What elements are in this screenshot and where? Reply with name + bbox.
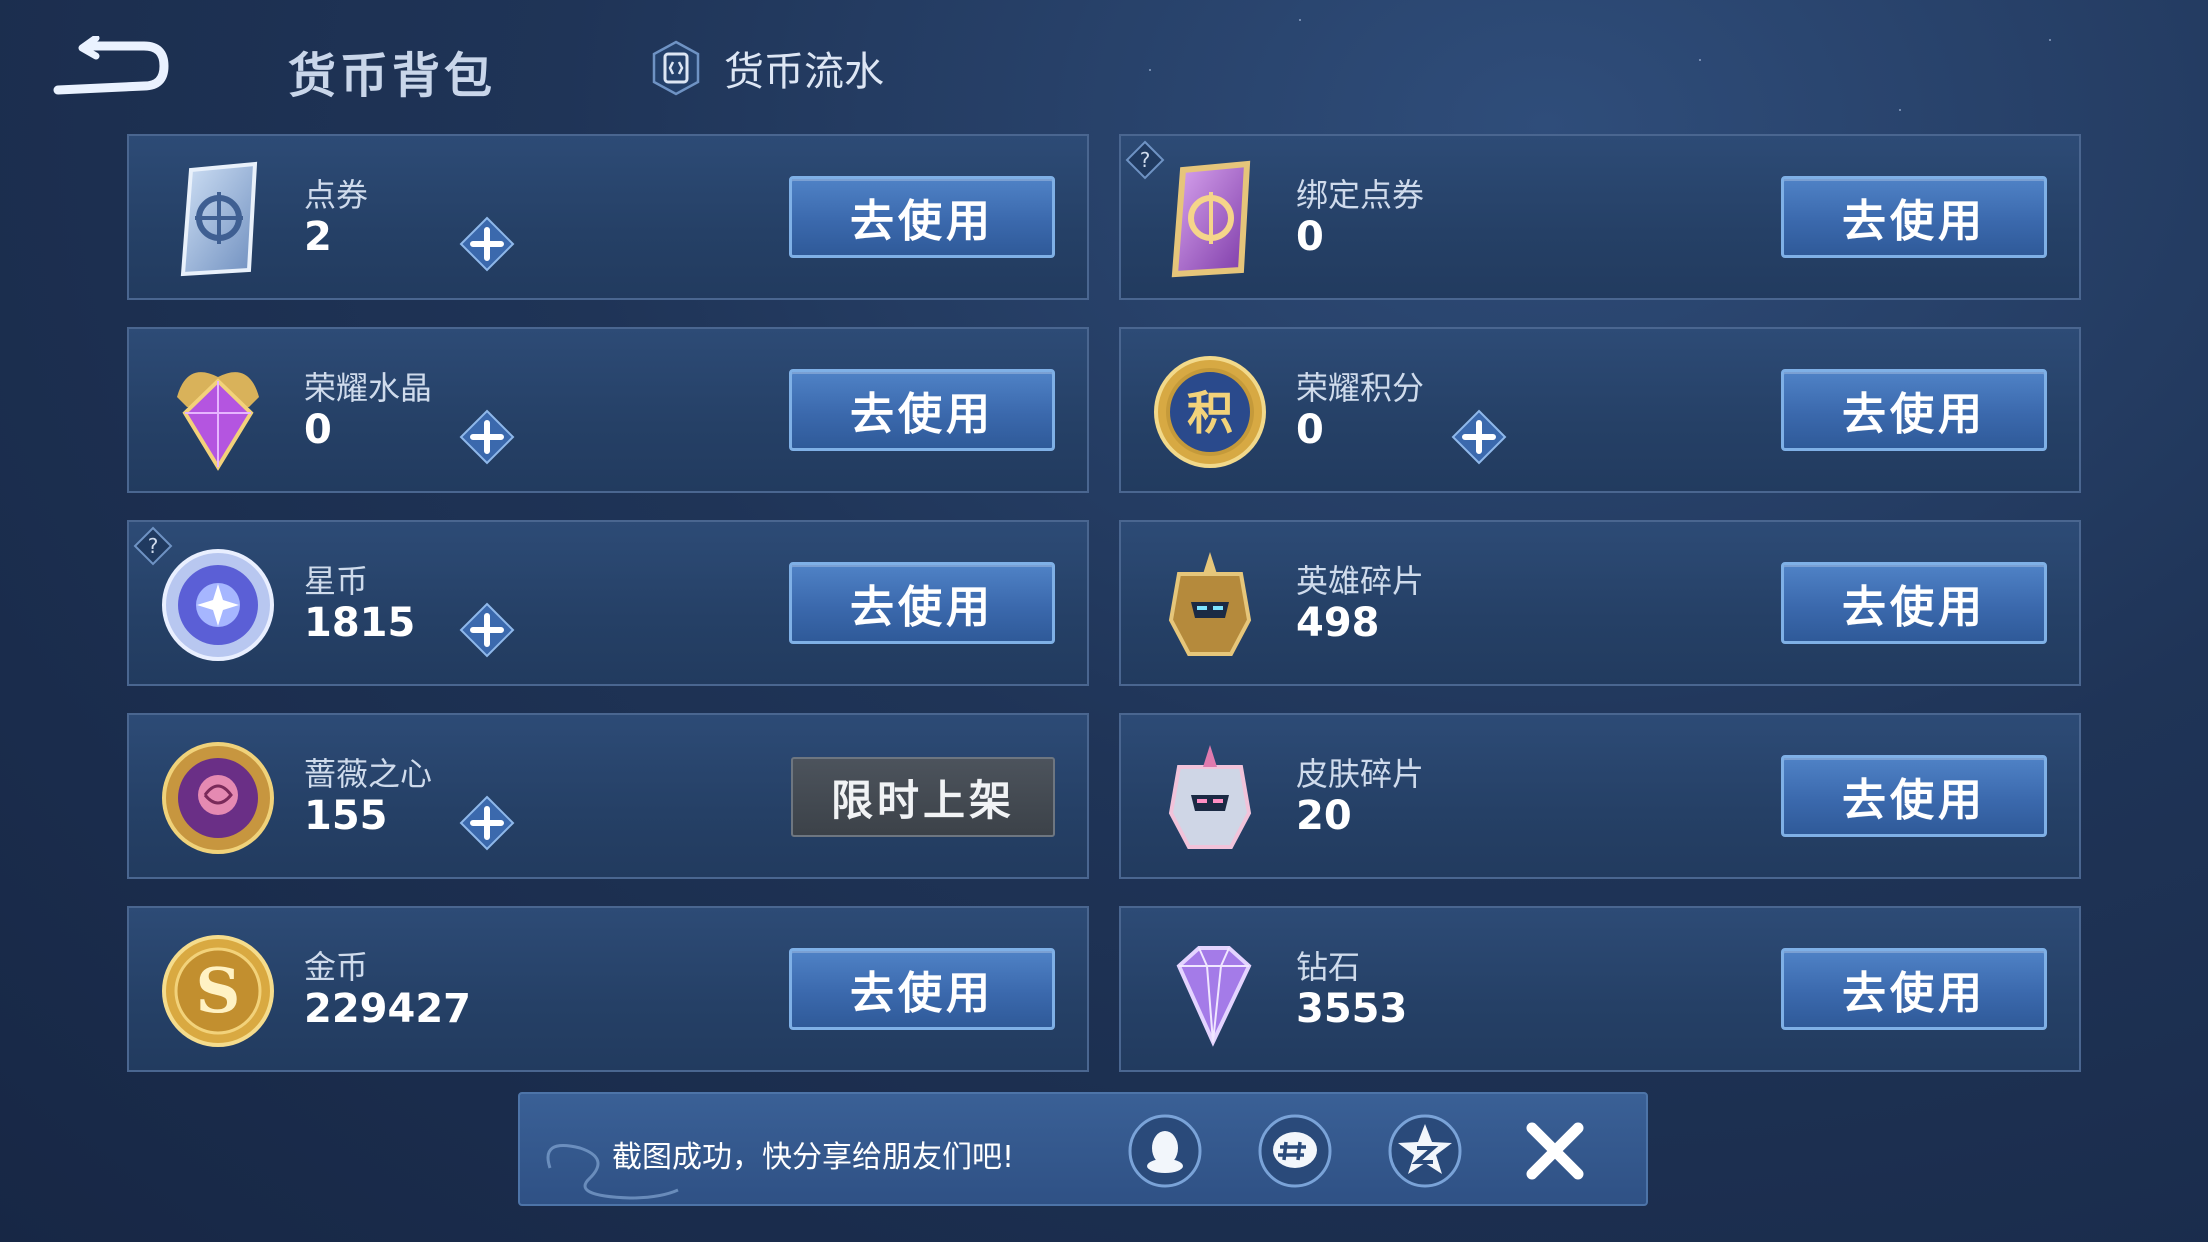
use-button[interactable]: 去使用 xyxy=(1781,369,2047,451)
hero-shard-icon xyxy=(1168,552,1252,656)
use-button[interactable]: 去使用 xyxy=(789,369,1055,451)
currency-amount: 3553 xyxy=(1296,986,1408,1032)
currency-amount: 0 xyxy=(1296,407,1324,453)
currency-name: 钻石 xyxy=(1296,948,1361,986)
currency-name: 荣耀水晶 xyxy=(304,369,433,407)
bound-ticket-icon xyxy=(1171,160,1251,278)
use-button[interactable]: 去使用 xyxy=(1781,755,2047,837)
add-plus-icon[interactable] xyxy=(459,216,515,272)
currency-grid: 点券 2 去使用 ? 绑定点券 0 去使用 荣耀水晶 0 去使用 积荣耀积分 0 去使用 … xyxy=(127,134,2081,1072)
currency-amount: 229427 xyxy=(304,986,471,1032)
currency-amount: 0 xyxy=(1296,214,1324,260)
glory-points-icon: 积 xyxy=(1154,356,1266,468)
currency-card: 积 荣耀积分 0 去使用 xyxy=(1119,327,2081,493)
use-button[interactable]: 去使用 xyxy=(789,948,1055,1030)
currency-amount: 155 xyxy=(304,793,388,839)
currency-name: 蔷薇之心 xyxy=(304,755,433,793)
currency-card: 英雄碎片 498 去使用 xyxy=(1119,520,2081,686)
top-bar: 货币背包 货币流水 xyxy=(0,0,2208,130)
wechat-icon[interactable] xyxy=(1256,1112,1334,1190)
star-coin-icon xyxy=(162,549,274,661)
currency-name: 点券 xyxy=(304,176,369,214)
currency-amount: 1815 xyxy=(304,600,416,646)
currency-name: 星币 xyxy=(304,562,369,600)
close-icon[interactable] xyxy=(1520,1116,1590,1186)
use-button[interactable]: 去使用 xyxy=(1781,562,2047,644)
qq-icon[interactable] xyxy=(1126,1112,1204,1190)
currency-flow-tab[interactable]: 货币流水 xyxy=(650,36,884,100)
gold-coin-icon: S xyxy=(162,935,274,1047)
share-message: 截图成功，快分享给朋友们吧! xyxy=(612,1140,1015,1175)
use-button[interactable]: 去使用 xyxy=(1781,176,2047,258)
use-button[interactable]: 去使用 xyxy=(789,176,1055,258)
currency-card: ? 绑定点券 0 去使用 xyxy=(1119,134,2081,300)
currency-card: 蔷薇之心 155 限时上架 xyxy=(127,713,1089,879)
currency-card: 荣耀水晶 0 去使用 xyxy=(127,327,1089,493)
add-plus-icon[interactable] xyxy=(459,795,515,851)
use-button[interactable]: 去使用 xyxy=(789,562,1055,644)
skin-shard-icon xyxy=(1168,745,1252,849)
page-title: 货币背包 xyxy=(288,48,497,104)
currency-card: 钻石 3553 去使用 xyxy=(1119,906,2081,1072)
currency-card: 点券 2 去使用 xyxy=(127,134,1089,300)
currency-flow-icon xyxy=(652,40,700,96)
currency-flow-label: 货币流水 xyxy=(724,49,884,95)
diamond-icon xyxy=(1176,946,1252,1047)
currency-name: 皮肤碎片 xyxy=(1296,755,1425,793)
currency-card: 皮肤碎片 20 去使用 xyxy=(1119,713,2081,879)
currency-amount: 498 xyxy=(1296,600,1380,646)
share-bar: 截图成功，快分享给朋友们吧! xyxy=(518,1092,1648,1206)
currency-name: 绑定点券 xyxy=(1296,176,1425,214)
currency-name: 荣耀积分 xyxy=(1296,369,1425,407)
svg-text:S: S xyxy=(196,954,241,1027)
add-plus-icon[interactable] xyxy=(459,409,515,465)
ticket-icon xyxy=(180,161,258,277)
currency-amount: 2 xyxy=(304,214,332,260)
add-plus-icon[interactable] xyxy=(459,602,515,658)
glory-crystal-icon xyxy=(177,372,259,471)
currency-card: ? 星币 1815 去使用 xyxy=(127,520,1089,686)
svg-text:积: 积 xyxy=(1187,386,1233,440)
back-arrow-icon[interactable] xyxy=(52,36,172,100)
rose-heart-icon xyxy=(162,742,274,854)
currency-name: 金币 xyxy=(304,948,369,986)
qzone-icon[interactable] xyxy=(1386,1112,1464,1190)
add-plus-icon[interactable] xyxy=(1451,409,1507,465)
currency-name: 英雄碎片 xyxy=(1296,562,1425,600)
use-button[interactable]: 去使用 xyxy=(1781,948,2047,1030)
limited-time-button[interactable]: 限时上架 xyxy=(791,757,1055,837)
currency-amount: 0 xyxy=(304,407,332,453)
currency-amount: 20 xyxy=(1296,793,1352,839)
currency-card: S 金币 229427 去使用 xyxy=(127,906,1089,1072)
